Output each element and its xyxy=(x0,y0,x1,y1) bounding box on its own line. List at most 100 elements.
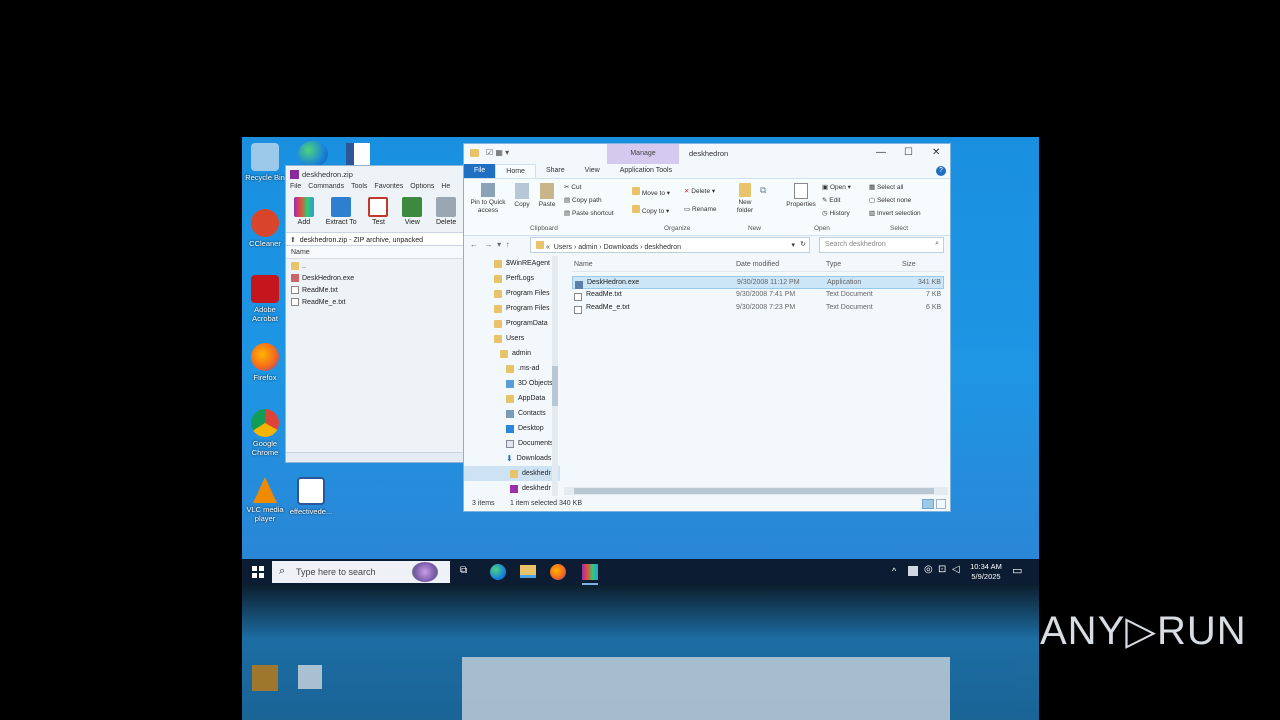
tree-item[interactable]: PerfLogs xyxy=(494,271,534,286)
tree-item[interactable]: ProgramData xyxy=(494,316,548,331)
large-icons-view-icon[interactable] xyxy=(936,499,946,509)
delete-ribbon-button[interactable]: ✕ Delete ▾ xyxy=(684,187,715,195)
tree-item[interactable]: $WinREAgent xyxy=(494,256,550,271)
menu-favorites[interactable]: Favorites xyxy=(374,183,403,194)
tree-item[interactable]: ⬇ Downloads xyxy=(506,451,551,466)
pin-quick-access-button[interactable]: Pin to Quick access xyxy=(470,183,506,215)
recycle-bin-shortcut[interactable]: Recycle Bin xyxy=(242,143,288,182)
new-item-icon[interactable]: ⧉ xyxy=(760,185,766,196)
new-folder-button[interactable]: New folder xyxy=(734,183,756,215)
maximize-icon[interactable]: ☐ xyxy=(904,147,913,158)
tab-home[interactable]: Home xyxy=(495,164,536,178)
search-input[interactable]: Search deskhedron ⌕ xyxy=(819,237,944,253)
table-row-selected[interactable]: DeskHedron.exe 9/30/2008 11:12 PM Applic… xyxy=(572,276,944,289)
tree-item[interactable]: .ms-ad xyxy=(506,361,539,376)
menu-help[interactable]: He xyxy=(441,183,450,194)
history-button[interactable]: ◷ History xyxy=(822,209,850,217)
winrar-address-bar[interactable]: ⬆ deskhedron.zip - ZIP archive, unpacked xyxy=(286,232,464,246)
column-date-modified[interactable]: Date modified xyxy=(736,261,779,268)
nav-scrollbar-thumb[interactable] xyxy=(552,366,558,406)
address-dropdown-icon[interactable]: ▾ xyxy=(791,241,795,249)
list-item[interactable]: ReadMe.txt xyxy=(286,283,464,295)
tree-item[interactable]: Users xyxy=(494,331,524,346)
menu-file[interactable]: File xyxy=(290,183,301,194)
word-doc-shortcut[interactable]: effectivede... xyxy=(288,477,334,516)
horizontal-scrollbar-thumb[interactable] xyxy=(574,488,934,494)
manage-context-tab[interactable]: Manage xyxy=(607,144,679,164)
paste-shortcut-button[interactable]: ▤ Paste shortcut xyxy=(564,209,614,217)
firefox-shortcut[interactable]: Firefox xyxy=(242,343,288,382)
recent-chevron-icon[interactable]: ▾ xyxy=(497,240,501,249)
refresh-icon[interactable]: ↻ xyxy=(800,240,806,248)
firefox-taskbar-icon[interactable] xyxy=(550,564,566,580)
breadcrumb-users[interactable]: Users xyxy=(554,244,572,251)
nav-scrollbar[interactable] xyxy=(552,256,558,496)
column-type[interactable]: Type xyxy=(826,261,841,268)
select-all-button[interactable]: ▦ Select all xyxy=(869,183,903,191)
task-view-icon[interactable]: ⧉ xyxy=(460,565,467,576)
breadcrumb-admin[interactable]: admin xyxy=(578,244,597,251)
select-none-button[interactable]: ▢ Select none xyxy=(869,196,911,204)
ccleaner-shortcut[interactable]: CCleaner xyxy=(242,209,288,248)
horizontal-scrollbar[interactable] xyxy=(564,487,948,495)
winrar-taskbar-icon[interactable] xyxy=(582,564,598,580)
delete-button[interactable]: Delete xyxy=(432,197,460,227)
column-size[interactable]: Size xyxy=(902,261,916,268)
breadcrumb-downloads[interactable]: Downloads xyxy=(604,244,639,251)
menu-commands[interactable]: Commands xyxy=(308,183,344,194)
file-explorer-taskbar-icon[interactable] xyxy=(520,565,536,578)
details-view-icon[interactable] xyxy=(922,499,934,509)
forward-arrow-icon[interactable]: → xyxy=(485,240,493,249)
tree-item[interactable]: Desktop xyxy=(506,421,544,436)
menu-options[interactable]: Options xyxy=(410,183,434,194)
test-button[interactable]: Test xyxy=(365,197,393,227)
tree-item-selected[interactable]: deskhedr xyxy=(464,466,560,481)
clock[interactable]: 10:34 AM 5/9/2025 xyxy=(968,562,1004,582)
tab-file[interactable]: File xyxy=(464,164,496,178)
open-button[interactable]: ▣ Open ▾ xyxy=(822,183,851,191)
vlc-shortcut[interactable]: VLC media player xyxy=(242,477,288,523)
list-item[interactable]: DeskHedron.exe xyxy=(286,271,464,283)
tab-view[interactable]: View xyxy=(575,164,610,178)
ime-icon[interactable]: ⊡ xyxy=(938,564,946,575)
tree-item[interactable]: Program Files xyxy=(494,301,550,316)
table-row[interactable]: ReadMe_e.txt 9/30/2008 7:23 PM Text Docu… xyxy=(572,302,944,315)
up-arrow-icon[interactable]: ↑ xyxy=(506,240,510,249)
explorer-titlebar[interactable]: ☑ ▦ ▾ Manage deskhedron — ☐ ✕ xyxy=(464,144,950,164)
edge-desktop-icon[interactable] xyxy=(298,141,328,167)
word-desktop-icon[interactable] xyxy=(346,143,370,167)
tree-item[interactable]: admin xyxy=(500,346,531,361)
extract-to-button[interactable]: Extract To xyxy=(324,197,359,227)
tree-item[interactable]: deskhedr xyxy=(510,481,551,496)
copy-to-button[interactable]: Copy to ▾ xyxy=(632,205,669,215)
move-to-button[interactable]: Move to ▾ xyxy=(632,187,670,197)
properties-button[interactable]: Properties xyxy=(784,183,818,208)
copy-button[interactable]: Copy xyxy=(512,183,532,208)
help-icon[interactable]: ? xyxy=(936,166,946,176)
network-icon[interactable]: ◎ xyxy=(924,564,933,575)
paste-button[interactable]: Paste xyxy=(536,183,558,208)
list-item[interactable]: .. xyxy=(286,259,464,271)
edit-button[interactable]: ✎ Edit xyxy=(822,196,840,204)
cut-button[interactable]: ✂ Cut xyxy=(564,183,581,191)
windows-start-icon[interactable] xyxy=(252,566,264,578)
tree-item[interactable]: Documents xyxy=(506,436,553,451)
tree-item[interactable]: AppData xyxy=(506,391,545,406)
copy-path-button[interactable]: ▤ Copy path xyxy=(564,196,602,204)
list-item[interactable]: ReadMe_e.txt xyxy=(286,295,464,307)
breadcrumb-root[interactable]: « xyxy=(546,244,550,251)
column-name[interactable]: Name xyxy=(574,261,593,268)
tree-item[interactable]: Program Files xyxy=(494,286,550,301)
chrome-shortcut[interactable]: Google Chrome xyxy=(242,409,288,457)
edge-taskbar-icon[interactable] xyxy=(490,564,506,580)
back-arrow-icon[interactable]: ← xyxy=(470,240,478,249)
winrar-titlebar[interactable]: deskhedron.zip xyxy=(286,166,464,183)
taskbar-search-box[interactable]: ⌕ Type here to search xyxy=(272,561,450,583)
tab-application-tools[interactable]: Application Tools xyxy=(610,164,682,178)
acrobat-shortcut[interactable]: Adobe Acrobat xyxy=(242,275,288,323)
tray-chevron-icon[interactable]: ^ xyxy=(892,566,896,576)
notifications-icon[interactable]: ▭ xyxy=(1012,564,1022,577)
tree-item[interactable]: Contacts xyxy=(506,406,546,421)
qat-icons[interactable]: ☑ ▦ ▾ xyxy=(486,148,509,157)
view-button[interactable]: View xyxy=(398,197,426,227)
